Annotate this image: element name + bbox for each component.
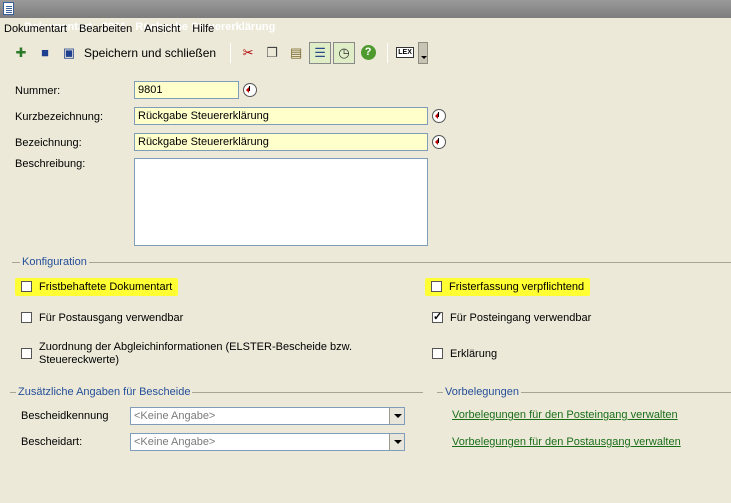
bescheidkennung-label: Bescheidkennung	[21, 410, 109, 422]
zuordnung-label-line2: Steuereckwerte)	[39, 354, 120, 366]
erklaerung-checkbox[interactable]	[432, 348, 443, 359]
chevron-down-icon[interactable]	[389, 408, 404, 424]
window-title-bar: Dokumentart - 9801 Rückgabe Steuererklär…	[0, 0, 731, 33]
bezeichnung-field[interactable]: Rückgabe Steuererklärung	[134, 133, 428, 151]
fristbehaftet-checkbox-row[interactable]: Fristbehaftete Dokumentart	[15, 278, 179, 296]
fristerfassung-label: Fristerfassung verpflichtend	[449, 281, 585, 293]
toolbar-separator	[230, 42, 232, 63]
bescheidkennung-select[interactable]: <Keine Angabe>	[130, 407, 405, 425]
posteingang-checkbox[interactable]	[432, 310, 443, 323]
chevron-down-icon[interactable]	[389, 434, 404, 450]
beschreibung-label: Beschreibung:	[15, 158, 86, 170]
cut-icon[interactable]: ✂	[237, 42, 259, 64]
document-icon	[3, 2, 14, 15]
vorbelegungen-title: Vorbelegungen	[443, 386, 522, 398]
bescheidart-label: Bescheidart:	[21, 436, 83, 448]
bescheidart-select[interactable]: <Keine Angabe>	[130, 433, 405, 451]
menu-bar: Dokumentart Bearbeiten Ansicht Hilfe	[0, 19, 731, 39]
menu-bearbeiten[interactable]: Bearbeiten	[79, 23, 132, 35]
kurzbezeichnung-field[interactable]: Rückgabe Steuererklärung	[134, 107, 428, 125]
form-panel: Nummer: 9801 Kurzbezeichnung: Rückgabe S…	[0, 68, 731, 503]
save-icon[interactable]: ■	[34, 42, 56, 64]
posteingang-label: Für Posteingang verwendbar	[450, 312, 592, 324]
toolbar: ✚ ■ ▣ Speichern und schließen ✂ ❐ ▤ ☰ ◷ …	[0, 39, 731, 66]
nummer-field[interactable]: 9801	[134, 81, 239, 99]
posteingang-checkbox-row[interactable]: Für Posteingang verwendbar	[432, 310, 592, 324]
menu-hilfe[interactable]: Hilfe	[192, 23, 214, 35]
bescheidart-value: <Keine Angabe>	[134, 436, 216, 448]
toolbar-separator	[387, 42, 389, 63]
kurzbezeichnung-label: Kurzbezeichnung:	[15, 111, 104, 123]
bescheide-title: Zusätzliche Angaben für Bescheide	[16, 386, 193, 398]
konfiguration-title: Konfiguration	[20, 256, 89, 268]
nummer-label: Nummer:	[15, 85, 61, 97]
toolbar-overflow-dropdown[interactable]	[418, 41, 429, 64]
postausgang-label: Für Postausgang verwendbar	[39, 312, 184, 324]
konfiguration-divider	[12, 262, 731, 263]
history-icon[interactable]	[432, 109, 446, 123]
fristerfassung-checkbox[interactable]	[431, 281, 442, 292]
vorbelegungen-postausgang-link[interactable]: Vorbelegungen für den Postausgang verwal…	[452, 436, 681, 448]
postausgang-checkbox[interactable]	[21, 312, 32, 323]
fristbehaftet-checkbox[interactable]	[21, 281, 32, 292]
lex-icon[interactable]: LEX	[394, 42, 416, 64]
save-close-icon[interactable]: ▣	[58, 42, 80, 64]
save-close-button[interactable]: Speichern und schließen	[84, 46, 216, 60]
postausgang-checkbox-row[interactable]: Für Postausgang verwendbar	[21, 312, 183, 324]
zuordnung-label-line1: Zuordnung der Abgleichinformationen (ELS…	[39, 341, 353, 353]
new-icon[interactable]: ✚	[10, 42, 32, 64]
fristerfassung-checkbox-row[interactable]: Fristerfassung verpflichtend	[425, 278, 591, 296]
menu-ansicht[interactable]: Ansicht	[144, 23, 180, 35]
fristbehaftet-label: Fristbehaftete Dokumentart	[39, 281, 173, 293]
beschreibung-textarea[interactable]	[134, 158, 428, 246]
zuordnung-checkbox-row[interactable]: Zuordnung der Abgleichinformationen (ELS…	[21, 341, 352, 367]
paste-icon[interactable]: ▤	[285, 42, 307, 64]
history-icon[interactable]: ◷	[333, 41, 356, 64]
help-icon[interactable]: ?	[357, 42, 379, 64]
copy-icon[interactable]: ❐	[261, 42, 283, 64]
list-icon[interactable]: ☰	[309, 41, 332, 64]
zuordnung-label: Zuordnung der Abgleichinformationen (ELS…	[39, 341, 352, 367]
vorbelegungen-posteingang-link[interactable]: Vorbelegungen für den Posteingang verwal…	[452, 409, 678, 421]
zuordnung-checkbox[interactable]	[21, 348, 32, 359]
history-icon[interactable]	[243, 83, 257, 97]
bescheidkennung-value: <Keine Angabe>	[134, 410, 216, 422]
history-icon[interactable]	[432, 135, 446, 149]
menu-dokumentart[interactable]: Dokumentart	[4, 23, 67, 35]
erklaerung-checkbox-row[interactable]: Erklärung	[432, 348, 497, 360]
bezeichnung-label: Bezeichnung:	[15, 137, 82, 149]
erklaerung-label: Erklärung	[450, 348, 498, 360]
